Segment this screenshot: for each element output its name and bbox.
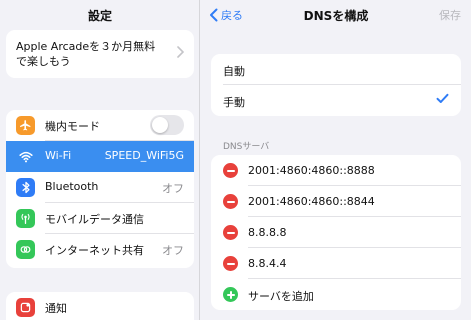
sidebar-item-notifications[interactable]: 通知 — [6, 292, 194, 320]
dns-config-pane: 戻る DNSを構成 保存 自動 手動 DNSサーバ 2001:4860:4860… — [201, 0, 471, 320]
sidebar-item-label: Wi-Fi — [45, 149, 72, 162]
dns-server-list: 2001:4860:4860::8888 2001:4860:4860::884… — [211, 155, 461, 310]
sidebar-item-label: モバイルデータ通信 — [45, 213, 144, 226]
dns-server-address[interactable]: 8.8.4.4 — [248, 257, 286, 270]
dns-server-address[interactable]: 2001:4860:4860::8888 — [248, 164, 375, 177]
sidebar-item-label: Bluetooth — [45, 180, 99, 193]
sidebar-item-personal-hotspot[interactable]: インターネット共有 オフ — [6, 234, 194, 265]
sidebar-item-wifi[interactable]: Wi-Fi SPEED_WiFi5G — [6, 141, 194, 172]
wifi-icon — [16, 147, 35, 166]
airplane-icon — [16, 116, 35, 135]
sidebar-item-label: 機内モード — [45, 120, 100, 133]
dns-server-row[interactable]: 8.8.4.4 — [211, 248, 461, 279]
add-server-row[interactable]: サーバを追加 — [211, 279, 461, 310]
bluetooth-status: オフ — [162, 182, 184, 195]
notifications-group: 通知 — [6, 292, 194, 320]
delete-server-icon[interactable] — [223, 256, 238, 271]
add-server-icon[interactable] — [223, 287, 238, 302]
sidebar-title: 設定 — [87, 9, 112, 23]
antenna-icon — [16, 209, 35, 228]
sidebar-item-bluetooth[interactable]: Bluetooth オフ — [6, 172, 194, 203]
airplane-mode-toggle[interactable] — [150, 115, 184, 135]
arcade-promo-text: Apple Arcadeを３か月無料で楽しもう — [16, 40, 156, 68]
dns-mode-manual[interactable]: 手動 — [211, 85, 461, 116]
mode-label: 自動 — [223, 65, 245, 78]
save-button[interactable]: 保存 — [439, 7, 461, 23]
delete-server-icon[interactable] — [223, 225, 238, 240]
page-title: DNSを構成 — [303, 9, 369, 23]
delete-server-icon[interactable] — [223, 194, 238, 209]
sidebar-item-label: 通知 — [45, 302, 67, 315]
wifi-network-name: SPEED_WiFi5G — [104, 149, 184, 162]
connectivity-group: 機内モード Wi-Fi SPEED_WiFi5G Bluetooth オフ モバ… — [6, 110, 194, 268]
toggle-knob — [152, 117, 168, 133]
settings-sidebar: 設定 Apple Arcadeを３か月無料で楽しもう 機内モード Wi-Fi S… — [0, 0, 200, 320]
dns-mode-group: 自動 手動 — [211, 54, 461, 116]
hotspot-status: オフ — [162, 244, 184, 257]
mode-label: 手動 — [223, 96, 245, 109]
sidebar-item-label: インターネット共有 — [45, 244, 144, 257]
arcade-promo[interactable]: Apple Arcadeを３か月無料で楽しもう — [6, 30, 194, 78]
delete-server-icon[interactable] — [223, 163, 238, 178]
link-icon — [16, 240, 35, 259]
dns-server-address[interactable]: 8.8.8.8 — [248, 226, 286, 239]
dns-servers-header: DNSサーバ — [223, 142, 270, 152]
bluetooth-icon — [16, 178, 35, 197]
dns-server-row[interactable]: 2001:4860:4860::8888 — [211, 155, 461, 186]
notification-icon — [16, 298, 35, 317]
add-server-label: サーバを追加 — [248, 290, 314, 303]
chevron-right-icon — [177, 46, 184, 58]
checkmark-icon — [436, 93, 449, 103]
dns-mode-automatic[interactable]: 自動 — [211, 54, 461, 85]
dns-server-row[interactable]: 2001:4860:4860::8844 — [211, 186, 461, 217]
dns-server-row[interactable]: 8.8.8.8 — [211, 217, 461, 248]
sidebar-item-airplane-mode[interactable]: 機内モード — [6, 110, 194, 141]
dns-server-address[interactable]: 2001:4860:4860::8844 — [248, 195, 375, 208]
plus-bar — [229, 290, 232, 299]
sidebar-item-mobile-data[interactable]: モバイルデータ通信 — [6, 203, 194, 234]
